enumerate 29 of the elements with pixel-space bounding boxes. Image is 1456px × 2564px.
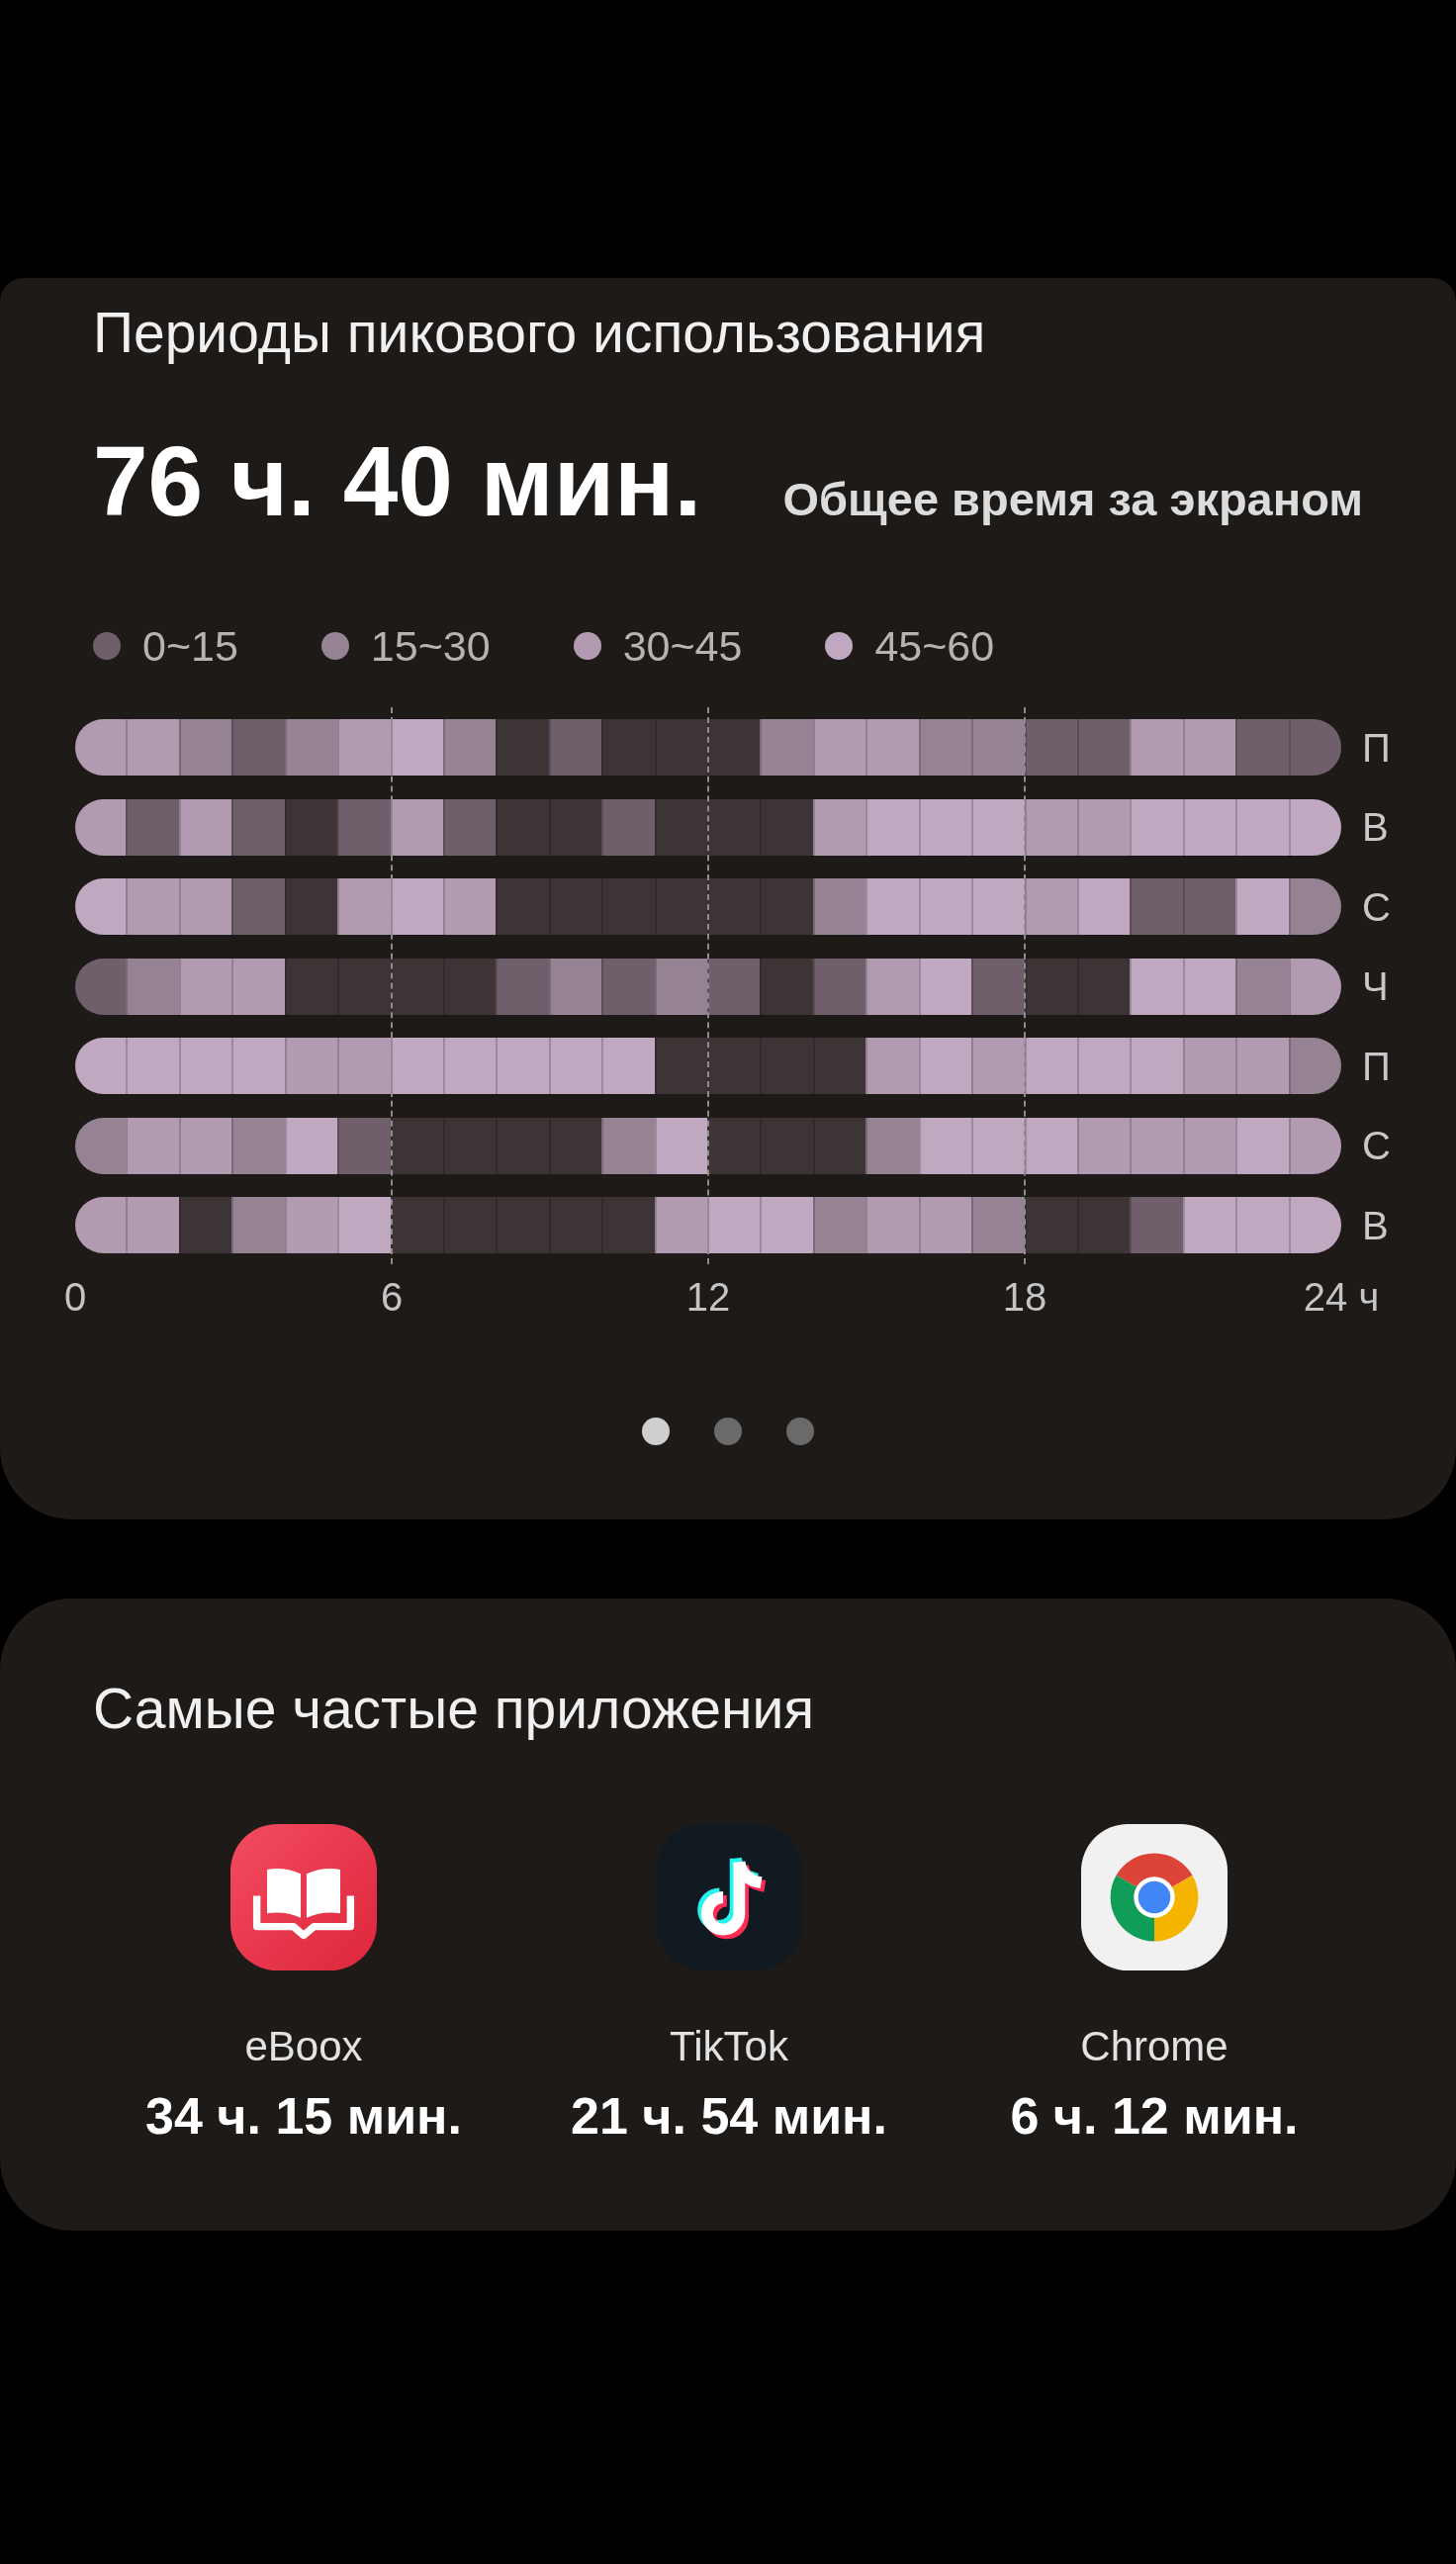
axis-label: 24 ч: [1303, 1274, 1380, 1321]
app-usage-time: 6 ч. 12 мин.: [1010, 2086, 1299, 2146]
axis-label: 0: [63, 1274, 87, 1321]
ring-logo-icon[interactable]: [1081, 1824, 1228, 1970]
total-time: 76 ч. 40 мин.: [93, 426, 702, 535]
day-label: П: [1362, 1043, 1391, 1090]
day-label: С: [1362, 1123, 1391, 1169]
app-usage-time: 34 ч. 15 мин.: [145, 2086, 462, 2146]
total-caption: Общее время за экраном: [782, 472, 1363, 526]
day-label: В: [1362, 804, 1389, 851]
day-label: В: [1362, 1202, 1389, 1249]
day-label: П: [1362, 724, 1391, 772]
app-name: TikTok: [670, 2022, 788, 2071]
legend-label: 0~15: [142, 622, 238, 670]
legend-label: 30~45: [622, 622, 743, 670]
card-title: Самые частые приложения: [93, 1678, 816, 1739]
axis-label: 18: [1002, 1274, 1047, 1321]
legend-label: 45~60: [874, 622, 995, 670]
day-label: Ч: [1362, 963, 1389, 1010]
legend-label: 15~30: [370, 622, 491, 670]
app-name: Chrome: [1080, 2022, 1228, 2071]
app-usage-time: 21 ч. 54 мин.: [571, 2086, 887, 2146]
card-title: Периоды пикового использования: [93, 302, 987, 363]
music-note-icon[interactable]: [656, 1824, 802, 1970]
app-name: eBoox: [244, 2022, 363, 2071]
day-label: С: [1362, 883, 1391, 931]
axis-label: 12: [685, 1274, 731, 1321]
open-book-icon[interactable]: [230, 1824, 377, 1970]
axis-label: 6: [380, 1274, 404, 1321]
